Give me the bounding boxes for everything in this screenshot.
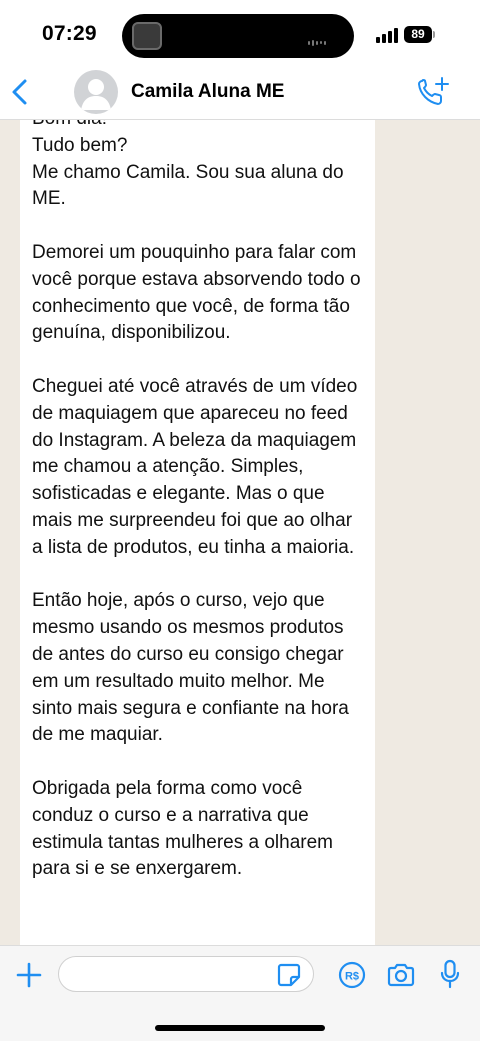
contact-name[interactable]: Camila Aluna ME [131, 81, 284, 103]
message-text: Bom dia! Tudo bem? Me chamo Camila. Sou … [32, 120, 361, 880]
signal-icon [376, 28, 398, 43]
sticker-icon[interactable] [276, 962, 302, 988]
message-bubble[interactable]: Bom dia! Tudo bem? Me chamo Camila. Sou … [20, 120, 375, 945]
media-thumbnail-icon [132, 22, 162, 50]
chat-header: Camila Aluna ME [0, 62, 480, 120]
audio-waveform-icon [308, 34, 338, 46]
battery-tip [433, 31, 435, 38]
plus-icon[interactable] [15, 961, 43, 989]
dynamic-island[interactable] [122, 14, 354, 58]
add-call-icon[interactable] [416, 76, 450, 108]
avatar-placeholder-icon[interactable] [74, 70, 118, 114]
status-bar: 07:29 89 [0, 0, 480, 62]
camera-icon[interactable] [386, 962, 416, 988]
svg-text:R$: R$ [345, 971, 359, 983]
message-composer: R$ [0, 945, 480, 1041]
status-time: 07:29 [42, 22, 97, 45]
microphone-icon[interactable] [440, 959, 460, 989]
back-chevron-icon[interactable] [10, 78, 30, 106]
home-indicator [155, 1025, 325, 1031]
payment-icon[interactable]: R$ [338, 961, 366, 989]
chat-area[interactable]: Bom dia! Tudo bem? Me chamo Camila. Sou … [0, 120, 480, 945]
battery-icon: 89 [404, 26, 432, 43]
